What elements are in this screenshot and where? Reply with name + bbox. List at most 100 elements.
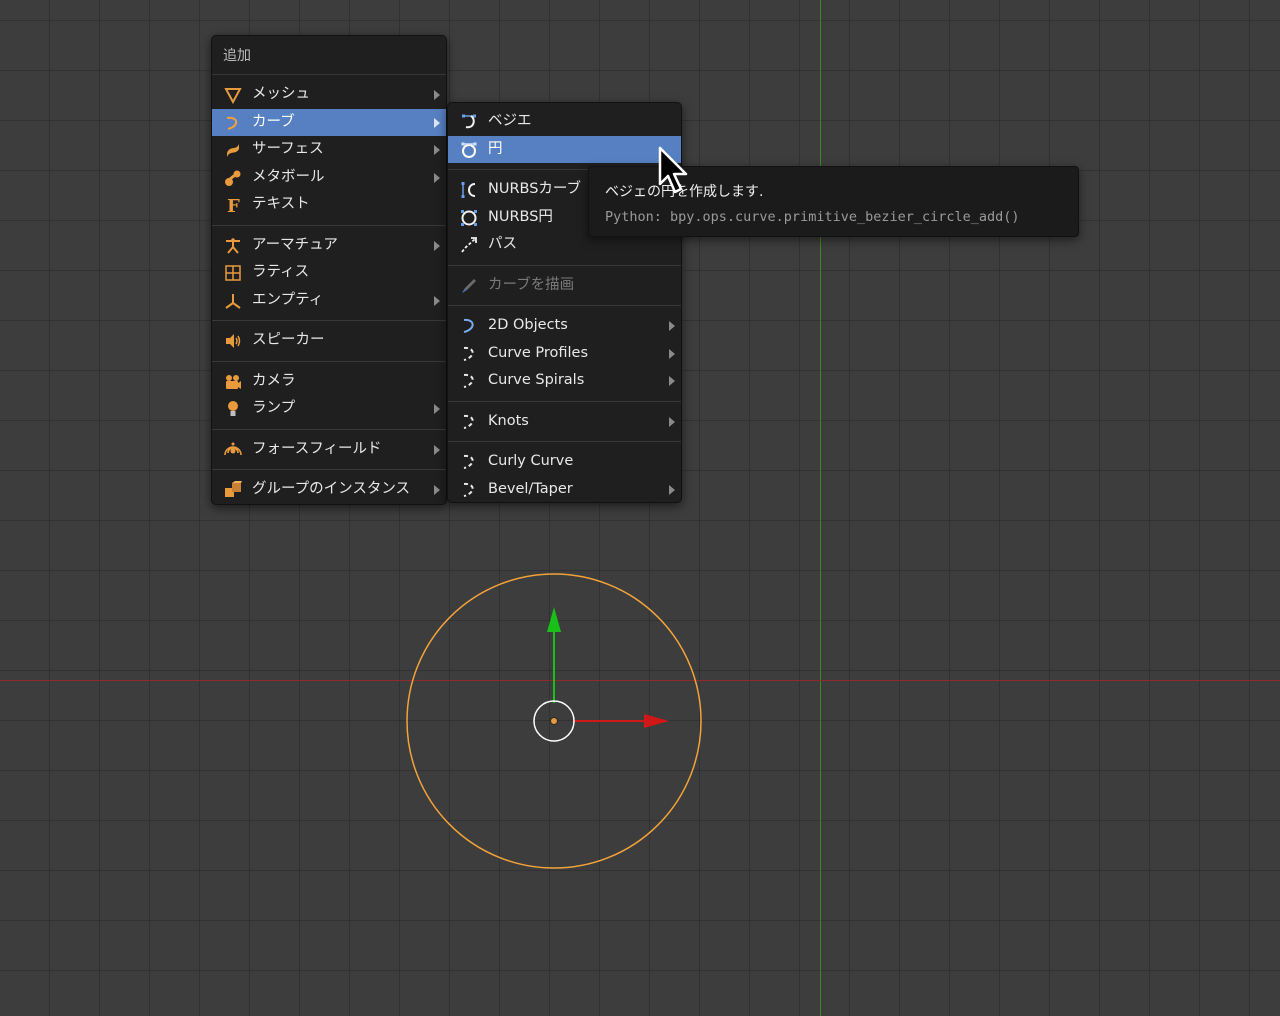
menu-item-label: サーフェス (252, 141, 324, 157)
group-instance-icon (225, 481, 242, 497)
menu-separator (448, 400, 681, 402)
menu-item-circle[interactable]: 円 (448, 135, 681, 163)
menu-item-curve-profiles[interactable]: Curve Profiles (448, 340, 681, 368)
menu-item-label: Bevel/Taper (488, 480, 573, 497)
empty-icon (225, 293, 241, 309)
nurbs-circle-icon (461, 209, 477, 226)
submenu-arrow-icon (434, 404, 440, 414)
bezier-curve-icon (462, 114, 476, 129)
menu-item-group-instance[interactable]: グループのインスタンス (212, 476, 446, 504)
menu-item-force-field[interactable]: フォースフィールド (212, 436, 446, 464)
menu-item-label: パス (488, 236, 517, 252)
menu-item-label: スピーカー (252, 332, 325, 348)
menu-item-metaball[interactable]: メタボール (212, 164, 446, 192)
surface-icon (227, 144, 239, 157)
knots-icon (463, 414, 474, 429)
speaker-icon (226, 334, 241, 348)
gizmo-y-arrow-icon[interactable] (547, 607, 561, 632)
menu-item-label: ベジエ (488, 113, 532, 129)
mouse-pointer-icon (658, 146, 688, 194)
menu-item-lamp[interactable]: ランプ (212, 395, 446, 423)
submenu-arrow-icon (434, 444, 440, 455)
force-field-icon (224, 442, 242, 455)
svg-text:F: F (227, 196, 240, 214)
menu-separator (448, 264, 681, 266)
menu-item-2d-objects[interactable]: 2D Objects (448, 312, 681, 340)
menu-separator (212, 224, 446, 226)
menu-item-label: テキスト (252, 196, 310, 212)
mesh-icon (224, 88, 242, 104)
curve-spirals-icon (463, 373, 474, 388)
menu-item-label: Curve Profiles (488, 344, 589, 361)
menu-item-label: メッシュ (252, 86, 310, 102)
menu-separator (212, 469, 446, 470)
menu-item-bezier[interactable]: ベジエ (448, 108, 681, 136)
submenu-arrow-icon (434, 90, 440, 100)
submenu-arrow-icon (669, 321, 675, 331)
submenu-arrow-icon (669, 484, 675, 495)
menu-item-label: Curve Spirals (488, 372, 585, 388)
menu-item-lattice[interactable]: ラティス (212, 259, 446, 287)
menu-item-label: アーマチュア (252, 236, 338, 253)
menu-item-camera[interactable]: カメラ (212, 368, 446, 396)
menu-item-label: 円 (488, 140, 503, 157)
menu-item-label: メタボール (252, 168, 325, 185)
submenu-arrow-icon (434, 295, 440, 306)
menu-item-label: 2D Objects (488, 317, 568, 333)
menu-item-draw-curve[interactable]: カーブを描画 (448, 272, 681, 300)
curve-profiles-icon (463, 346, 474, 361)
bezier-circle-icon (461, 142, 477, 158)
menu-item-label: Curly Curve (488, 453, 574, 469)
menu-item-label: Knots (488, 412, 529, 429)
add-menu: 追加 メッシュ カーブ サーフェス メタボール F テキスト アーマチュア ラテ… (211, 35, 447, 505)
menu-item-armature[interactable]: アーマチュア (212, 232, 446, 260)
menu-item-surface[interactable]: サーフェス (212, 136, 446, 164)
submenu-arrow-icon (434, 172, 440, 183)
curve-submenu: ベジエ 円 NURBSカーブ NURBS円 パス カーブを描画 2D Objec… (447, 102, 682, 503)
lamp-icon (228, 401, 238, 416)
bevel-taper-icon (463, 482, 474, 497)
menu-item-label: ランプ (252, 400, 296, 416)
gizmo-x-arrow-icon[interactable] (644, 714, 669, 728)
menu-item-label: カーブを描画 (488, 276, 575, 293)
text-icon: F (227, 196, 240, 214)
menu-separator (212, 360, 446, 362)
menu-separator (212, 320, 446, 321)
submenu-arrow-icon (434, 117, 440, 128)
menu-item-knots[interactable]: Knots (448, 408, 681, 436)
2d-objects-icon (463, 318, 474, 333)
armature-icon (226, 237, 240, 254)
menu-separator (212, 428, 446, 430)
menu-item-bevel-taper[interactable]: Bevel/Taper (448, 476, 681, 504)
menu-item-speaker[interactable]: スピーカー (212, 327, 446, 355)
draw-curve-icon (462, 278, 476, 293)
menu-item-label: フォースフィールド (252, 440, 382, 457)
submenu-arrow-icon (669, 348, 675, 359)
nurbs-curve-icon (461, 182, 476, 198)
lattice-icon (225, 265, 241, 281)
menu-item-curly-curve[interactable]: Curly Curve (448, 448, 681, 476)
menu-separator (448, 305, 681, 306)
submenu-arrow-icon (434, 145, 440, 155)
object-origin-dot (550, 717, 558, 725)
menu-item-label: NURBSカーブ (488, 181, 582, 197)
path-icon (461, 237, 477, 253)
menu-item-label: カメラ (252, 372, 296, 389)
menu-item-label: エンプティ (252, 291, 324, 308)
camera-icon (226, 374, 241, 389)
curve-icon (226, 116, 238, 130)
menu-item-mesh[interactable]: メッシュ (212, 81, 446, 109)
menu-item-curve[interactable]: カーブ (212, 108, 446, 136)
submenu-arrow-icon (434, 485, 440, 495)
metaball-icon (225, 170, 241, 186)
curly-curve-icon (463, 454, 474, 469)
submenu-arrow-icon (669, 376, 675, 386)
menu-item-curve-spirals[interactable]: Curve Spirals (448, 367, 681, 395)
submenu-arrow-icon (669, 416, 675, 427)
menu-item-empty[interactable]: エンプティ (212, 287, 446, 315)
menu-item-text[interactable]: F テキスト (212, 191, 446, 219)
menu-item-label: グループのインスタンス (252, 481, 411, 497)
menu-item-label: カーブ (252, 113, 295, 130)
submenu-arrow-icon (434, 240, 440, 251)
menu-item-label: ラティス (252, 264, 310, 280)
